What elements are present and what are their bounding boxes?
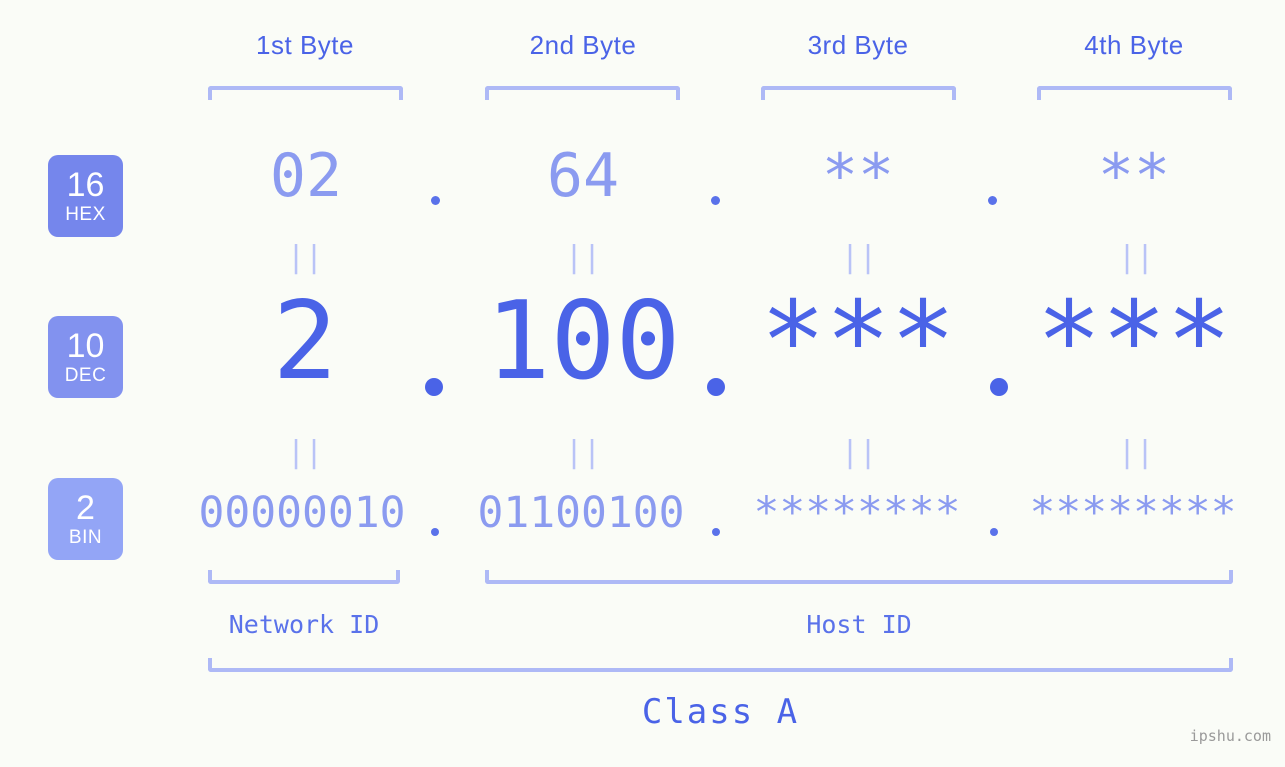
equals-marker-hex-dec-1: || — [286, 240, 324, 275]
equals-marker-hex-dec-4: || — [1117, 240, 1155, 275]
bin-value-byte-4: ******** — [1029, 488, 1237, 538]
dec-dot-3 — [990, 378, 1008, 396]
dec-value-byte-4: *** — [1036, 279, 1232, 404]
dec-value-byte-2: 100 — [485, 279, 681, 404]
base-badge-hex-name: HEX — [65, 204, 106, 225]
base-badge-hex-number: 16 — [66, 166, 105, 204]
hex-value-byte-2: 64 — [546, 141, 620, 211]
bin-value-byte-1: 00000010 — [198, 488, 406, 538]
base-badge-dec-name: DEC — [64, 365, 107, 386]
byte-header-3: 3rd Byte — [807, 30, 909, 60]
base-badge-bin-name: BIN — [68, 527, 103, 548]
bin-dot-1 — [431, 528, 439, 536]
network-id-bracket — [208, 570, 400, 584]
hex-value-byte-4: ** — [1097, 141, 1171, 211]
base-badge-bin: 2 BIN — [48, 478, 123, 560]
bin-dot-2 — [712, 528, 720, 536]
dec-dot-1 — [425, 378, 443, 396]
bin-dot-3 — [990, 528, 998, 536]
base-badge-dec-number: 10 — [66, 327, 105, 365]
hex-value-byte-1: 02 — [269, 141, 343, 211]
base-badge-hex: 16 HEX — [48, 155, 123, 237]
byte-header-2: 2nd Byte — [529, 30, 637, 60]
ip-breakdown-diagram: 1st Byte 2nd Byte 3rd Byte 4th Byte 16 H… — [0, 0, 1285, 767]
host-id-label: Host ID — [806, 610, 912, 639]
hex-dot-2 — [711, 196, 720, 205]
network-id-label: Network ID — [228, 610, 380, 639]
bin-value-byte-3: ******** — [753, 488, 961, 538]
base-badge-bin-number: 2 — [76, 489, 95, 527]
hex-dot-3 — [988, 196, 997, 205]
dec-dot-2 — [707, 378, 725, 396]
byte-header-1: 1st Byte — [256, 30, 354, 60]
site-watermark: ipshu.com — [1189, 727, 1271, 745]
equals-marker-dec-bin-3: || — [840, 435, 878, 470]
class-label: Class A — [641, 692, 800, 732]
equals-marker-dec-bin-4: || — [1117, 435, 1155, 470]
byte-bracket-1 — [208, 86, 403, 100]
dec-value-byte-3: *** — [760, 279, 956, 404]
byte-bracket-2 — [485, 86, 680, 100]
base-badge-dec: 10 DEC — [48, 316, 123, 398]
byte-header-4: 4th Byte — [1084, 30, 1184, 60]
bin-value-byte-2: 01100100 — [477, 488, 685, 538]
byte-bracket-3 — [761, 86, 956, 100]
hex-dot-1 — [431, 196, 440, 205]
host-id-bracket — [485, 570, 1233, 584]
equals-marker-hex-dec-3: || — [840, 240, 878, 275]
equals-marker-dec-bin-1: || — [286, 435, 324, 470]
dec-value-byte-1: 2 — [272, 279, 338, 404]
equals-marker-hex-dec-2: || — [564, 240, 602, 275]
class-bracket — [208, 658, 1233, 672]
byte-bracket-4 — [1037, 86, 1232, 100]
hex-value-byte-3: ** — [821, 141, 895, 211]
equals-marker-dec-bin-2: || — [564, 435, 602, 470]
